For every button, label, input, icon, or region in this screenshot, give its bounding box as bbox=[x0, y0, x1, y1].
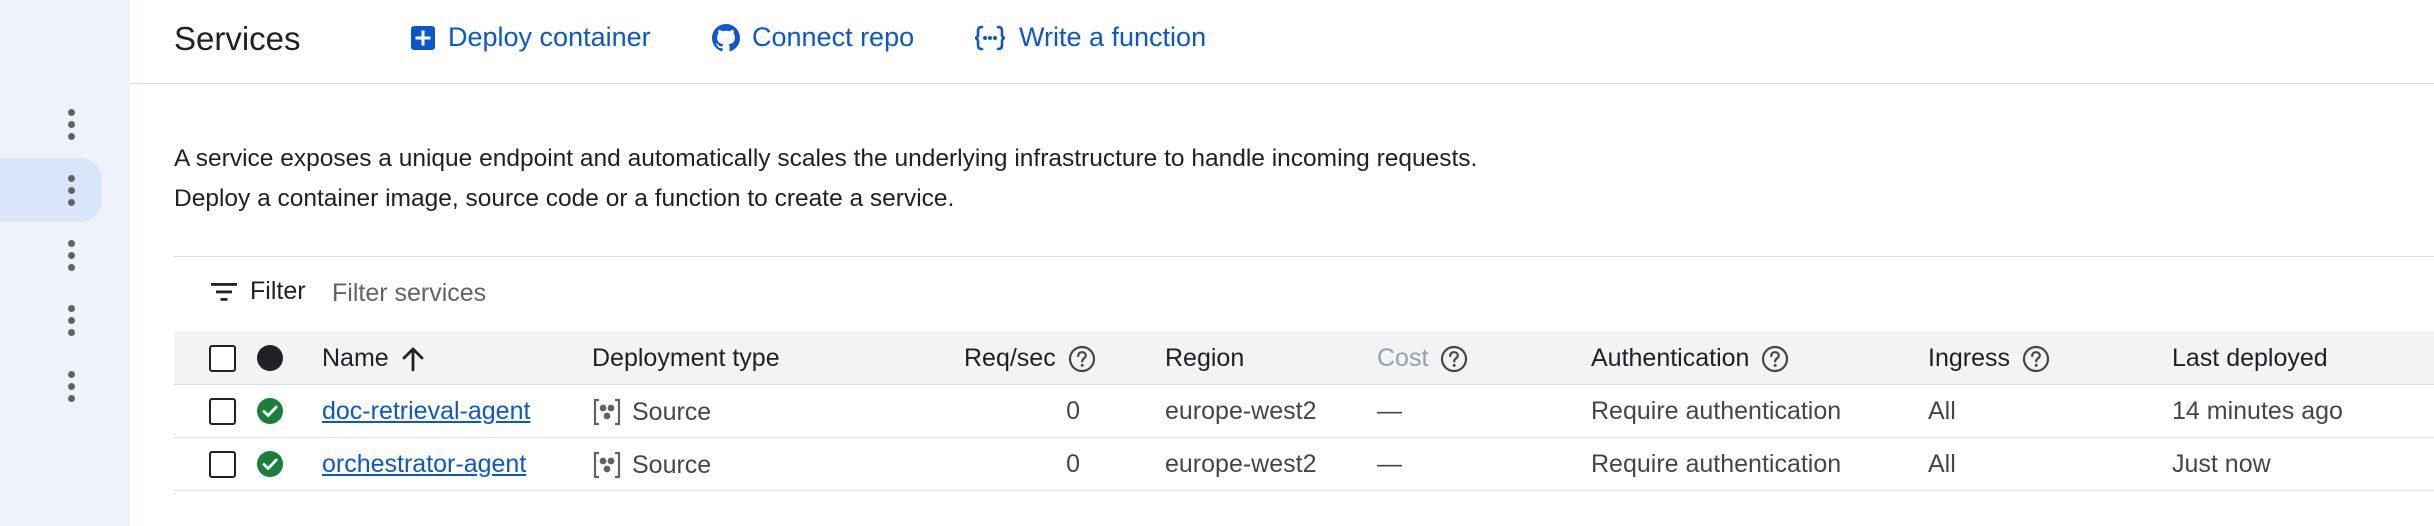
help-icon[interactable] bbox=[1068, 345, 1096, 373]
authentication-cell: Require authentication bbox=[1591, 450, 1842, 478]
req-sec-cell: 0 bbox=[1066, 397, 1080, 425]
description-line-2: Deploy a container image, source code or… bbox=[174, 185, 955, 212]
column-region[interactable]: Region bbox=[1165, 344, 1244, 373]
page-header: Services Deploy container Connect repo W… bbox=[130, 0, 2434, 84]
filter-label: Filter bbox=[250, 277, 306, 305]
region-cell: europe-west2 bbox=[1165, 397, 1317, 425]
filter-services-input[interactable] bbox=[332, 275, 932, 311]
more-vert-icon bbox=[67, 239, 75, 271]
req-sec-cell: 0 bbox=[1066, 450, 1080, 478]
help-icon[interactable] bbox=[2022, 345, 2050, 373]
help-icon[interactable] bbox=[1440, 345, 1468, 373]
authentication-cell: Require authentication bbox=[1591, 397, 1842, 425]
function-braces-icon bbox=[974, 25, 1006, 50]
row-checkbox[interactable] bbox=[209, 451, 236, 478]
rail-item-4[interactable] bbox=[0, 288, 102, 352]
column-name-label: Name bbox=[322, 344, 389, 372]
more-vert-icon bbox=[67, 304, 75, 336]
column-authentication[interactable]: Authentication bbox=[1591, 344, 1789, 373]
deploy-container-button[interactable]: Deploy container bbox=[410, 22, 651, 53]
service-name-link[interactable]: doc-retrieval-agent bbox=[322, 397, 530, 426]
more-vert-icon bbox=[67, 370, 75, 402]
rail-item-1[interactable] bbox=[0, 92, 102, 156]
deployment-type-cell: Source bbox=[592, 397, 711, 427]
connect-repo-button[interactable]: Connect repo bbox=[712, 22, 914, 53]
source-icon bbox=[593, 398, 621, 426]
row-checkbox[interactable] bbox=[209, 398, 236, 425]
ingress-cell: All bbox=[1928, 450, 1956, 478]
table-row[interactable]: doc-retrieval-agent Source 0 europe-west… bbox=[174, 385, 2434, 438]
write-function-label: Write a function bbox=[1019, 22, 1207, 52]
column-name[interactable]: Name bbox=[322, 344, 425, 373]
column-ingress-label: Ingress bbox=[1928, 344, 2010, 372]
status-column-icon bbox=[257, 345, 283, 371]
deployment-type-label: Source bbox=[632, 450, 712, 479]
ingress-cell: All bbox=[1928, 397, 1956, 425]
column-deployment-type[interactable]: Deployment type bbox=[592, 344, 780, 373]
description-line-1: A service exposes a unique endpoint and … bbox=[174, 145, 1478, 172]
more-vert-icon bbox=[67, 108, 75, 140]
left-rail bbox=[0, 0, 130, 526]
filter-button[interactable]: Filter bbox=[210, 277, 306, 306]
main-panel: Services Deploy container Connect repo W… bbox=[130, 0, 2434, 526]
last-deployed-cell: 14 minutes ago bbox=[2172, 397, 2343, 425]
filter-list-icon bbox=[211, 282, 237, 301]
region-cell: europe-west2 bbox=[1165, 450, 1317, 478]
add-box-icon bbox=[411, 25, 435, 50]
source-icon bbox=[593, 451, 621, 479]
help-icon[interactable] bbox=[1761, 345, 1789, 373]
column-ingress[interactable]: Ingress bbox=[1928, 344, 2050, 373]
check-circle-icon bbox=[257, 451, 283, 477]
column-req-sec-label: Req/sec bbox=[964, 344, 1056, 372]
column-last-deployed[interactable]: Last deployed bbox=[2172, 344, 2328, 373]
select-all-checkbox[interactable] bbox=[209, 345, 236, 372]
divider bbox=[174, 256, 2434, 257]
check-circle-icon bbox=[257, 398, 283, 424]
more-vert-icon bbox=[67, 174, 75, 206]
table-header: Name Deployment type Req/sec Region Cost bbox=[174, 331, 2434, 385]
column-cost-label: Cost bbox=[1377, 344, 1429, 372]
rail-item-5[interactable] bbox=[0, 354, 102, 418]
rail-item-2[interactable] bbox=[0, 158, 102, 222]
deployment-type-cell: Source bbox=[592, 450, 711, 480]
github-icon bbox=[712, 23, 740, 51]
connect-repo-label: Connect repo bbox=[752, 22, 915, 52]
column-authentication-label: Authentication bbox=[1591, 344, 1750, 372]
table-row[interactable]: orchestrator-agent Source 0 europe-west2… bbox=[174, 438, 2434, 491]
cost-cell: — bbox=[1377, 450, 1402, 478]
deploy-container-label: Deploy container bbox=[448, 22, 651, 52]
cost-cell: — bbox=[1377, 397, 1402, 425]
last-deployed-cell: Just now bbox=[2172, 450, 2271, 478]
deployment-type-label: Source bbox=[632, 397, 712, 426]
rail-item-3[interactable] bbox=[0, 223, 102, 287]
page-title: Services bbox=[174, 20, 301, 57]
column-cost[interactable]: Cost bbox=[1377, 344, 1468, 373]
write-function-button[interactable]: Write a function bbox=[973, 22, 1206, 53]
arrow-upward-icon bbox=[402, 347, 424, 371]
service-name-link[interactable]: orchestrator-agent bbox=[322, 450, 526, 479]
column-req-sec[interactable]: Req/sec bbox=[964, 344, 1096, 373]
